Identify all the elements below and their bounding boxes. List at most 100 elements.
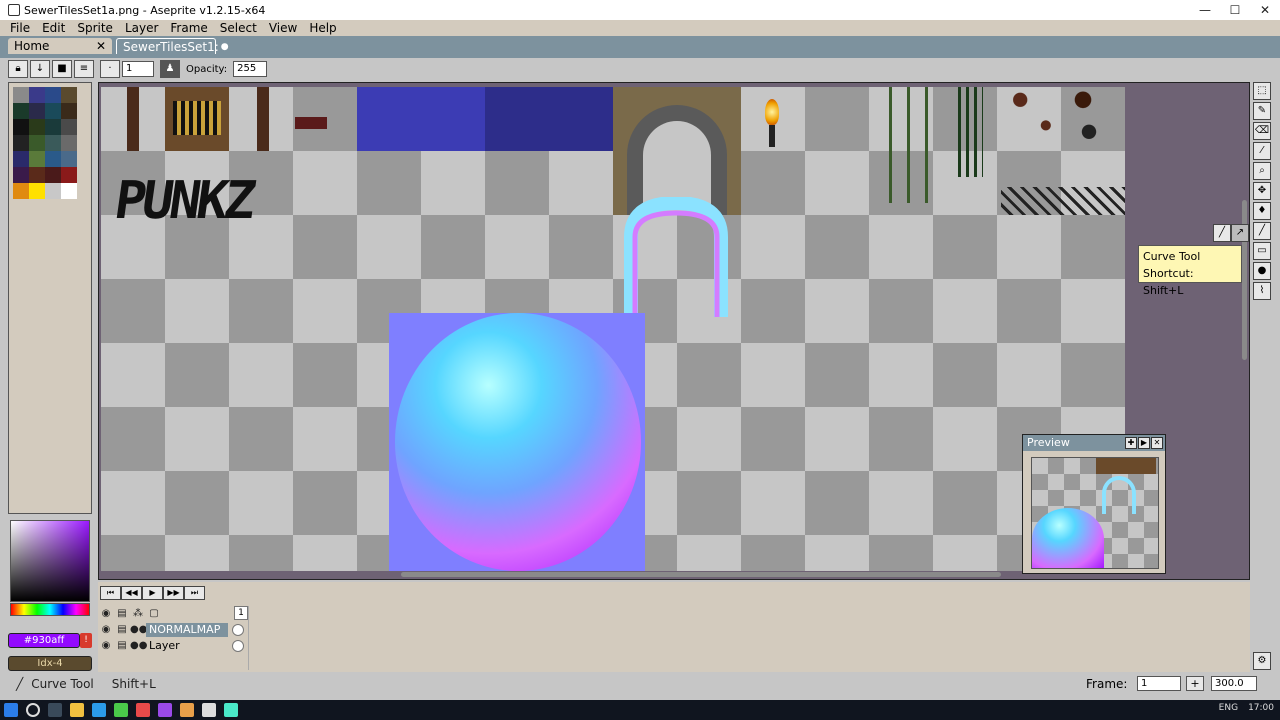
palette-swatch[interactable] bbox=[29, 87, 45, 103]
windows-start-icon[interactable] bbox=[4, 703, 18, 717]
down-arrow-icon[interactable]: ↓ bbox=[30, 60, 50, 78]
zoom-input[interactable]: 300.0 bbox=[1211, 676, 1257, 691]
continuous-icon[interactable]: ●● bbox=[130, 638, 147, 654]
continuous-icon[interactable]: ●● bbox=[130, 622, 147, 638]
layer-row[interactable]: ◉ ▤ ●● Layer bbox=[98, 638, 248, 654]
palette-swatch[interactable] bbox=[29, 167, 45, 183]
palette-swatch[interactable] bbox=[45, 103, 61, 119]
maximize-button[interactable]: ☐ bbox=[1220, 0, 1250, 20]
minimize-button[interactable]: — bbox=[1190, 0, 1220, 20]
timeline-config-icon[interactable]: ⚙ bbox=[1253, 652, 1271, 670]
line-tool-icon[interactable]: ╱ bbox=[1213, 224, 1231, 242]
task-view-icon[interactable] bbox=[48, 703, 62, 717]
palette-swatch[interactable] bbox=[61, 119, 77, 135]
lock-icon[interactable]: 🔒︎ bbox=[8, 60, 28, 78]
frame-input[interactable]: 1 bbox=[1137, 676, 1181, 691]
palette-swatch[interactable] bbox=[29, 135, 45, 151]
tab-home-close-icon[interactable]: ✕ bbox=[96, 39, 106, 53]
palette-swatch[interactable] bbox=[29, 119, 45, 135]
palette-swatch[interactable] bbox=[45, 87, 61, 103]
pencil-tool-icon[interactable]: ✎ bbox=[1253, 102, 1271, 120]
app-icon[interactable] bbox=[224, 703, 238, 717]
app-icon[interactable] bbox=[114, 703, 128, 717]
menu-lines-icon[interactable]: ≡ bbox=[74, 60, 94, 78]
sprite-canvas[interactable]: PUNKZ bbox=[101, 87, 1125, 571]
palette-swatch[interactable] bbox=[29, 103, 45, 119]
search-icon[interactable] bbox=[26, 703, 40, 717]
palette-swatch[interactable] bbox=[61, 87, 77, 103]
cel-icon[interactable] bbox=[232, 640, 244, 652]
link-icon[interactable]: ⁂ bbox=[130, 606, 146, 622]
hue-slider[interactable] bbox=[10, 603, 90, 616]
brush-size-input[interactable]: 1 bbox=[122, 61, 154, 77]
palette-swatch[interactable] bbox=[13, 167, 29, 183]
rectangle-tool-icon[interactable]: ▭ bbox=[1253, 242, 1271, 260]
palette-swatch[interactable] bbox=[45, 151, 61, 167]
zoom-tool-icon[interactable]: ⌕ bbox=[1253, 162, 1271, 180]
preview-title-bar[interactable]: Preview ✚ ▶ ✕ bbox=[1023, 435, 1165, 451]
play-icon[interactable]: ▶ bbox=[142, 586, 163, 600]
palette-swatch[interactable] bbox=[13, 119, 29, 135]
menu-select[interactable]: Select bbox=[220, 21, 257, 35]
eye-icon[interactable]: ◉ bbox=[98, 606, 114, 622]
language-indicator[interactable]: ENG bbox=[1219, 703, 1238, 713]
menu-sprite[interactable]: Sprite bbox=[77, 21, 113, 35]
layer-row[interactable]: ◉ ▤ ●● NORMALMAP bbox=[98, 622, 248, 638]
eyedropper-tool-icon[interactable]: ⁄ bbox=[1253, 142, 1271, 160]
tab-sewer-tiles[interactable]: SewerTilesSet1: ● bbox=[116, 38, 229, 54]
zoom-plus-button[interactable]: + bbox=[1186, 676, 1204, 691]
eraser-tool-icon[interactable]: ⌫ bbox=[1253, 122, 1271, 140]
ink-icon[interactable]: ♟ bbox=[160, 60, 180, 78]
palette-swatch[interactable] bbox=[61, 167, 77, 183]
prev-frame-icon[interactable]: ◀◀ bbox=[121, 586, 142, 600]
menu-layer[interactable]: Layer bbox=[125, 21, 158, 35]
palette-swatch[interactable] bbox=[45, 119, 61, 135]
preview-window[interactable]: Preview ✚ ▶ ✕ bbox=[1022, 434, 1166, 574]
opacity-input[interactable]: 255 bbox=[233, 61, 268, 77]
lock-icon[interactable]: ▤ bbox=[114, 606, 130, 622]
palette-swatch[interactable] bbox=[61, 135, 77, 151]
frame-number[interactable]: 1 bbox=[234, 606, 248, 620]
color-index-chip[interactable]: Idx-4 bbox=[8, 656, 92, 671]
horizontal-scrollbar[interactable] bbox=[401, 572, 1001, 577]
menu-frame[interactable]: Frame bbox=[170, 21, 207, 35]
app-icon[interactable] bbox=[136, 703, 150, 717]
tab-home[interactable]: Home ✕ bbox=[8, 38, 112, 54]
eye-icon[interactable]: ◉ bbox=[98, 638, 114, 654]
preview-play-icon[interactable]: ▶ bbox=[1138, 437, 1150, 449]
next-frame-icon[interactable]: ▶▶ bbox=[163, 586, 184, 600]
blur-tool-icon[interactable]: ⌇ bbox=[1253, 282, 1271, 300]
move-tool-icon[interactable]: ✥ bbox=[1253, 182, 1271, 200]
menu-help[interactable]: Help bbox=[309, 21, 336, 35]
close-button[interactable]: ✕ bbox=[1250, 0, 1280, 20]
palette-swatch[interactable] bbox=[29, 183, 45, 199]
menu-edit[interactable]: Edit bbox=[42, 21, 65, 35]
palette-swatch[interactable] bbox=[45, 135, 61, 151]
first-frame-icon[interactable]: ⏮ bbox=[100, 586, 121, 600]
palette-swatch[interactable] bbox=[45, 183, 61, 199]
layer-header-icon[interactable]: ▢ bbox=[146, 606, 162, 622]
lock-icon[interactable]: ▤ bbox=[114, 638, 130, 654]
fill-tool-icon[interactable]: ♦ bbox=[1253, 202, 1271, 220]
lock-icon[interactable]: ▤ bbox=[114, 622, 130, 638]
square-brush-icon[interactable]: ■ bbox=[52, 60, 72, 78]
palette-swatch[interactable] bbox=[61, 103, 77, 119]
clock[interactable]: 17:00 bbox=[1248, 703, 1274, 713]
palette-swatch[interactable] bbox=[13, 135, 29, 151]
brush-type-icon[interactable]: · bbox=[100, 60, 120, 78]
selected-color-chip[interactable]: #930aff bbox=[8, 633, 80, 648]
eye-icon[interactable]: ◉ bbox=[98, 622, 114, 638]
curve-tool-icon[interactable]: ↗ bbox=[1231, 224, 1249, 242]
palette-swatch[interactable] bbox=[61, 183, 77, 199]
layer-name[interactable]: NORMALMAP bbox=[146, 623, 228, 637]
browser-icon[interactable] bbox=[92, 703, 106, 717]
warning-icon[interactable]: ! bbox=[80, 633, 92, 648]
last-frame-icon[interactable]: ⏭ bbox=[184, 586, 205, 600]
preview-close-icon[interactable]: ✕ bbox=[1151, 437, 1163, 449]
preview-center-icon[interactable]: ✚ bbox=[1125, 437, 1137, 449]
explorer-icon[interactable] bbox=[70, 703, 84, 717]
timeline-grid[interactable] bbox=[248, 606, 1248, 670]
palette-swatch[interactable] bbox=[61, 151, 77, 167]
layer-name[interactable]: Layer bbox=[146, 639, 228, 653]
palette-swatch[interactable] bbox=[13, 87, 29, 103]
